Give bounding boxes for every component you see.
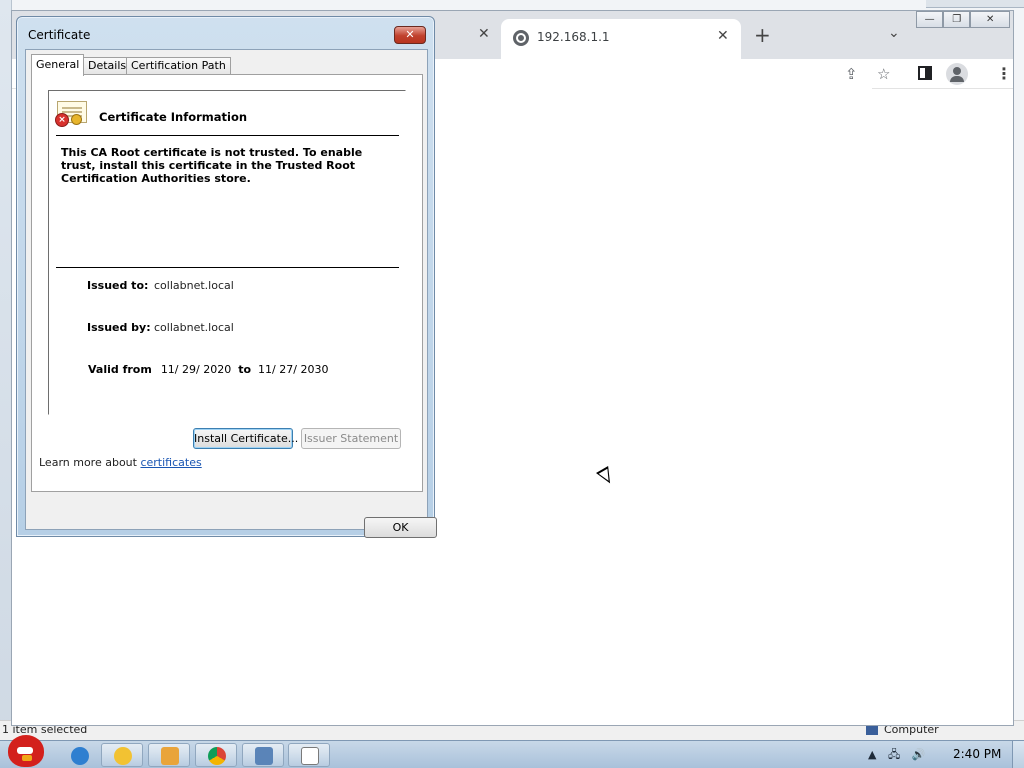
window-close-button[interactable]: ✕ — [970, 11, 1010, 28]
divider — [56, 135, 399, 136]
new-tab-button[interactable]: + — [754, 25, 771, 45]
volume-icon[interactable]: 🔊 — [912, 748, 926, 761]
issuer-statement-button: Issuer Statement — [301, 428, 401, 449]
issued-to-value[interactable]: collabnet.local — [154, 279, 234, 292]
issued-to-label: Issued to: — [87, 279, 149, 292]
install-certificate-button[interactable]: Install Certificate... — [193, 428, 298, 449]
divider — [56, 267, 399, 268]
taskbar-clock[interactable]: 2:40 PM — [953, 747, 1001, 761]
certificate-info-title: Certificate Information — [99, 110, 248, 124]
valid-to-label: to — [238, 363, 252, 376]
valid-to-date[interactable]: 11/ 27/ 2030 — [258, 363, 328, 376]
window-controls: — ❐ ✕ — [916, 11, 1010, 29]
learn-more-text: Learn more about certificates — [39, 456, 202, 469]
dialog-title: Certificate — [28, 28, 91, 42]
taskbar: ▲ 🖧 🔊 2:40 PM — [0, 735, 1024, 768]
internet-explorer-icon — [71, 747, 89, 765]
learn-more-prefix: Learn more about — [39, 456, 141, 469]
dialog-close-button[interactable]: ✕ — [394, 26, 426, 44]
taskbar-remote-desktop[interactable] — [242, 743, 284, 767]
network-icon[interactable]: 🖧 — [888, 748, 900, 761]
close-tab-icon[interactable]: ✕ — [478, 26, 490, 42]
taskbar-internet-explorer[interactable] — [58, 743, 100, 767]
trust-warning-text: This CA Root certificate is not trusted.… — [61, 146, 363, 185]
taskbar-file-explorer[interactable] — [101, 743, 143, 767]
taskbar-chrome[interactable] — [195, 743, 237, 767]
error-x-icon: × — [55, 113, 69, 127]
chrome-icon — [208, 747, 226, 765]
show-hidden-icons-icon[interactable]: ▲ — [868, 748, 876, 761]
remote-desktop-icon — [255, 747, 273, 765]
general-tab-panel: × Certificate Information This CA Root c… — [31, 74, 423, 492]
bookmark-star-icon[interactable]: ☆ — [877, 65, 890, 83]
browser-tab-active[interactable]: 192.168.1.1 ✕ — [501, 19, 741, 59]
computer-icon — [866, 725, 878, 735]
tab-certification-path[interactable]: Certification Path — [126, 57, 231, 75]
browser-menu-icon[interactable]: ⋮ — [996, 64, 1012, 83]
seal-icon — [71, 114, 82, 125]
certificate-dialog: Certificate ✕ General Details Certificat… — [16, 16, 437, 538]
valid-from-label: Valid from — [88, 363, 152, 376]
minimize-button[interactable]: — — [916, 11, 944, 28]
issued-by-label: Issued by: — [87, 321, 151, 334]
issued-to-row: Issued to: collabnet.local — [87, 279, 234, 292]
angry-bird-start-icon — [8, 735, 44, 767]
certificate-info-box: × Certificate Information This CA Root c… — [48, 90, 406, 415]
certificates-link[interactable]: certificates — [140, 456, 201, 469]
tab-search-icon[interactable]: ⌄ — [888, 25, 900, 41]
share-icon[interactable]: ⇪ — [845, 65, 858, 83]
issued-by-row: Issued by: collabnet.local — [87, 321, 234, 334]
document-icon — [301, 747, 319, 765]
validity-row: Valid from 11/ 29/ 2020 to 11/ 27/ 2030 — [88, 363, 328, 376]
profile-avatar-icon[interactable] — [946, 63, 968, 85]
globe-icon — [513, 30, 529, 46]
tab-general[interactable]: General — [31, 54, 85, 76]
side-panel-icon[interactable] — [918, 66, 932, 80]
taskbar-notepad[interactable] — [288, 743, 330, 767]
dialog-body: General Details Certification Path × Cer… — [25, 49, 437, 538]
restore-button[interactable]: ❐ — [943, 11, 971, 28]
close-tab-icon[interactable]: ✕ — [717, 28, 729, 44]
start-button[interactable] — [2, 729, 50, 768]
explorer-icon — [114, 747, 132, 765]
ok-button[interactable]: OK — [364, 517, 437, 538]
certificate-error-icon: × — [55, 101, 89, 129]
explorer-titlebar-fragment — [926, 0, 1024, 8]
issued-by-value[interactable]: collabnet.local — [154, 321, 234, 334]
show-desktop-button[interactable] — [1012, 741, 1024, 768]
tab-title: 192.168.1.1 — [537, 30, 610, 44]
media-player-icon — [161, 747, 179, 765]
system-tray: ▲ 🖧 🔊 — [868, 746, 933, 765]
browser-tab-inactive[interactable]: ✕ — [442, 23, 502, 51]
address-bar[interactable] — [432, 59, 872, 89]
taskbar-media-player[interactable] — [148, 743, 190, 767]
tab-details[interactable]: Details — [83, 57, 132, 75]
valid-from-date[interactable]: 11/ 29/ 2020 — [161, 363, 231, 376]
